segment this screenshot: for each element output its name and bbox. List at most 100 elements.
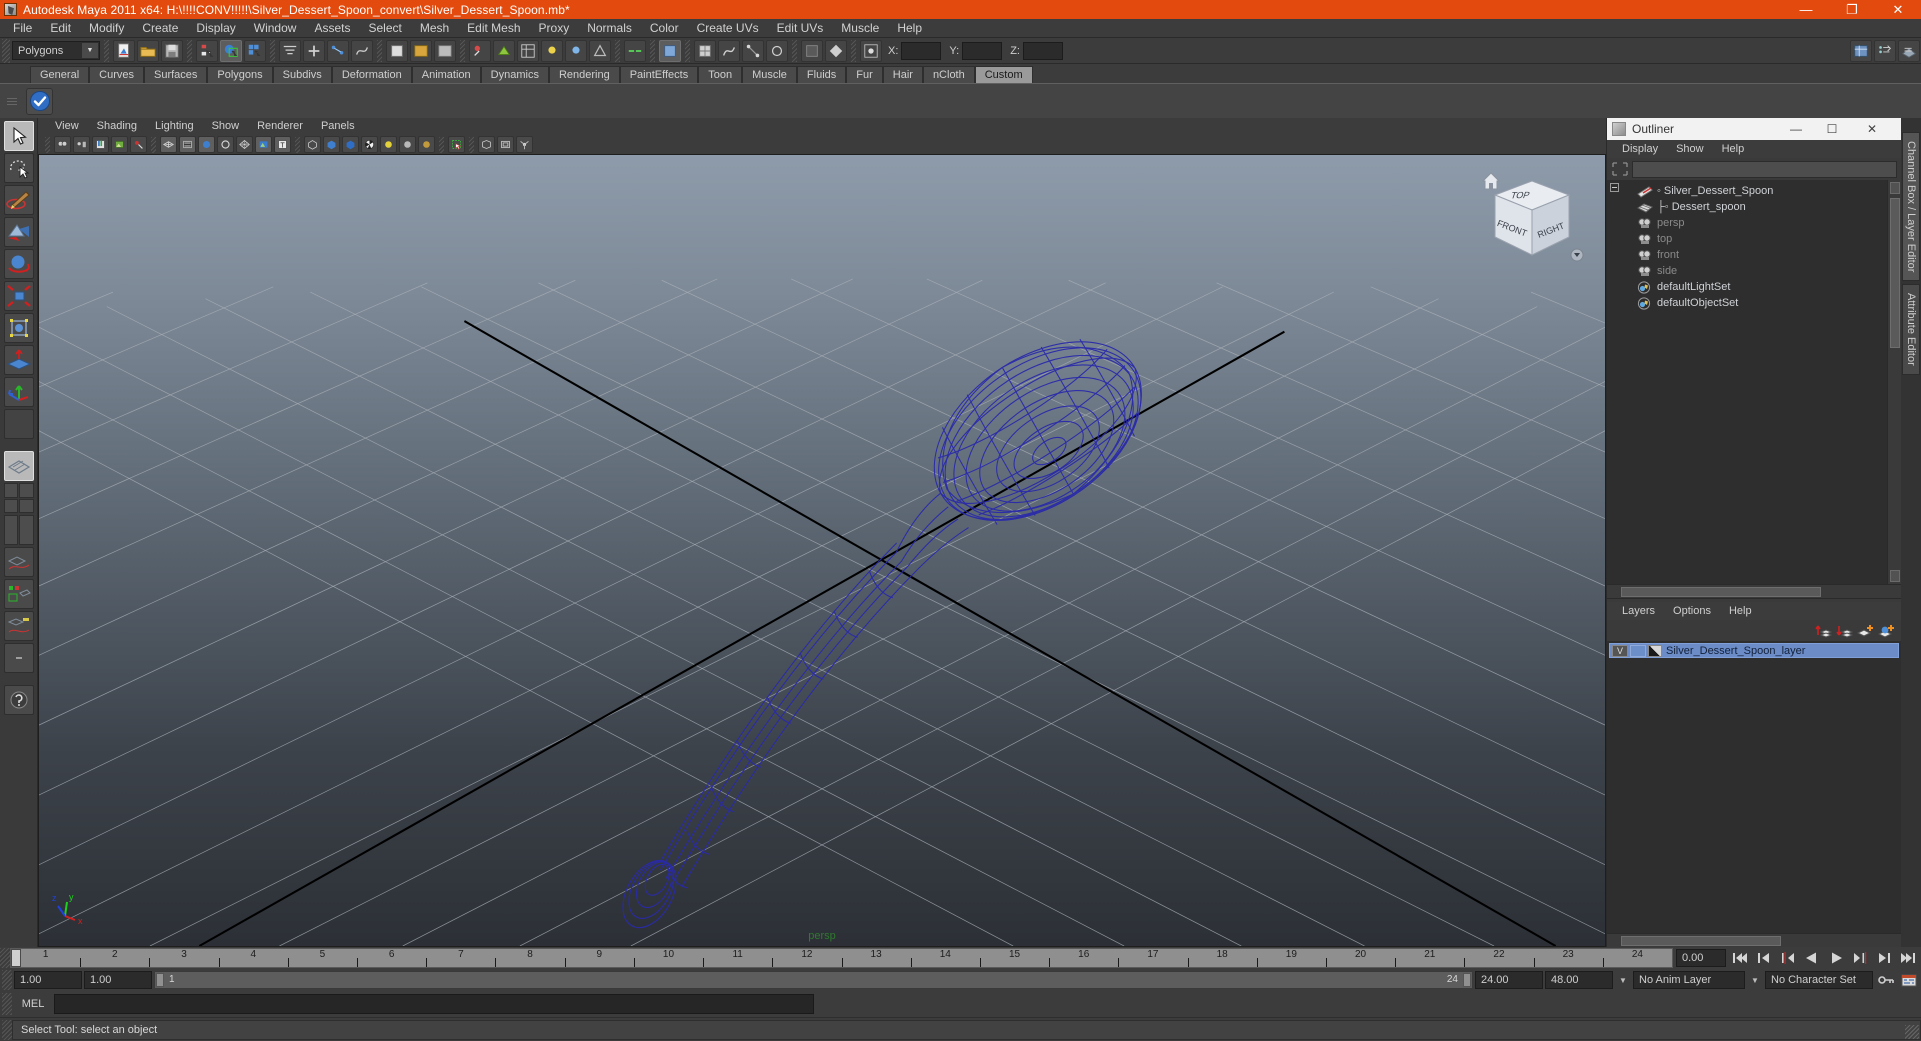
layout-quad-cell[interactable] [3,483,18,498]
bookmarks-icon[interactable] [92,136,109,153]
help-line-gripper[interactable] [2,1019,12,1040]
snap-to-points-icon[interactable] [742,39,764,62]
menu-help[interactable]: Help [888,19,931,38]
playback-start-time-field[interactable]: 1.00 [84,971,152,989]
maximize-button[interactable]: ❐ [1829,0,1875,19]
menu-edit[interactable]: Edit [41,19,80,38]
outliner-item-top[interactable]: top [1607,231,1887,247]
input-connections-icon[interactable] [624,39,646,62]
layer-playback-toggle[interactable] [1630,644,1646,657]
menu-edit-mesh[interactable]: Edit Mesh [458,19,529,38]
outliner-search-input[interactable] [1632,160,1897,178]
outliner-maximize-button[interactable]: ☐ [1817,118,1847,140]
shelf-tab-polygons[interactable]: Polygons [207,66,273,83]
xray-joints-icon[interactable] [323,136,340,153]
scrollbar-thumb[interactable] [1890,198,1900,348]
outliner-item-defaultlightset[interactable]: defaultLightSet [1607,279,1887,295]
statusline-gripper[interactable] [2,38,10,63]
layout-half-cell[interactable] [19,515,34,545]
layers-menu-layers[interactable]: Layers [1613,602,1664,620]
step-back-key-button[interactable] [1777,949,1798,967]
outliner-item-dessert-spoon[interactable]: ├◦ Dessert_spoon [1607,199,1887,215]
shelf-tab-toon[interactable]: Toon [698,66,743,83]
single-perspective-view-layout[interactable] [3,451,34,481]
move-layer-down-icon[interactable] [1836,623,1854,639]
range-slider-bar[interactable]: 1 24 [154,971,1473,989]
layer-display-type-swatch[interactable] [1648,644,1662,657]
range-slider-gripper[interactable] [2,970,12,990]
open-scene-icon[interactable] [137,39,159,62]
construction-history-icon[interactable] [386,39,408,62]
menu-color[interactable]: Color [641,19,688,38]
menu-file[interactable]: File [4,19,41,38]
snap-to-view-planes-icon[interactable] [766,39,788,62]
new-layer-icon[interactable] [1856,623,1874,639]
menuset-dropdown[interactable]: Polygons ▼ [12,41,100,60]
animation-end-time-field[interactable]: 48.00 [1545,971,1613,989]
blank-tool-slot[interactable] [3,409,34,439]
show-manipulator-icon[interactable] [565,39,587,62]
viewport-menu-show[interactable]: Show [203,118,249,135]
no-live-surface-icon[interactable] [589,39,611,62]
snap-curve-icon[interactable] [303,39,325,62]
menu-mesh[interactable]: Mesh [411,19,458,38]
outliner-item-side[interactable]: side [1607,263,1887,279]
layer-row[interactable]: V Silver_Dessert_Spoon_layer [1609,643,1899,658]
select-mode-hierarchy-icon[interactable] [659,39,681,62]
layers-menu-help[interactable]: Help [1720,602,1761,620]
character-set-field[interactable]: No Character Set [1765,971,1873,989]
resize-grip[interactable] [1905,1025,1919,1039]
time-slider-gripper[interactable] [0,948,10,968]
menu-create[interactable]: Create [133,19,187,38]
shelf-tab-fluids[interactable]: Fluids [796,66,847,83]
four-view-layout[interactable] [3,483,34,513]
film-gate-icon[interactable] [497,136,514,153]
command-language-label[interactable]: MEL [12,998,54,1010]
snap-to-grids-icon[interactable] [694,39,716,62]
outliner-tree[interactable]: ◦ Silver_Dessert_Spoon ├◦ Dessert_spoon [1607,180,1901,584]
menu-modify[interactable]: Modify [80,19,133,38]
menu-normals[interactable]: Normals [578,19,641,38]
last-tool-used[interactable] [3,377,34,407]
render-globals-icon[interactable] [469,39,491,62]
go-to-end-button[interactable] [1897,949,1918,967]
viewport-menu-lighting[interactable]: Lighting [146,118,203,135]
outliner-minimize-button[interactable]: — [1781,118,1811,140]
animation-preferences-icon[interactable] [1898,971,1919,989]
chevron-down-icon[interactable]: ▼ [1615,971,1631,989]
xray-active-components-icon[interactable] [342,136,359,153]
select-by-hierarchy-icon[interactable] [196,39,218,62]
outliner-close-button[interactable]: ✕ [1857,118,1887,140]
camera-attributes-icon[interactable] [73,136,90,153]
outliner-filter-icon[interactable] [1611,161,1629,177]
range-start-handle[interactable] [156,973,164,987]
paint-select-tool[interactable] [3,185,34,215]
isolate-select-icon[interactable] [448,136,465,153]
viewcube-menu-icon[interactable] [1570,248,1584,262]
outliner-persp-layout[interactable] [3,515,34,545]
outliner-menu-help[interactable]: Help [1713,140,1754,158]
help-line-icon[interactable] [3,685,34,715]
shelf-tab-custom[interactable]: Custom [974,66,1033,83]
snap-view-plane-icon[interactable] [351,39,373,62]
menu-proxy[interactable]: Proxy [530,19,579,38]
coord-x-field[interactable] [901,41,942,60]
viewport-menu-renderer[interactable]: Renderer [248,118,312,135]
shelf-tab-curves[interactable]: Curves [89,66,144,83]
playback-end-time-field[interactable]: 24.00 [1475,971,1543,989]
layers-menu-options[interactable]: Options [1664,602,1720,620]
close-button[interactable]: ✕ [1875,0,1921,19]
select-tool[interactable] [3,121,34,151]
play-forwards-button[interactable] [1825,949,1846,967]
layer-list[interactable]: V Silver_Dessert_Spoon_layer [1607,641,1901,933]
hypershade-icon[interactable] [517,39,539,62]
outliner-menu-show[interactable]: Show [1667,140,1713,158]
menu-select[interactable]: Select [359,19,410,38]
select-camera-icon[interactable] [54,136,71,153]
scroll-down-arrow-icon[interactable] [1890,570,1900,582]
shelf-tab-fur[interactable]: Fur [846,66,883,83]
menu-create-uvs[interactable]: Create UVs [688,19,768,38]
time-slider[interactable]: 1 2 3 4 5 6 7 8 9 10 11 12 13 14 15 16 17 18 19 20 21 22 23 24 [10,948,1673,968]
xray-icon[interactable] [304,136,321,153]
flat-shade-icon[interactable] [217,136,234,153]
